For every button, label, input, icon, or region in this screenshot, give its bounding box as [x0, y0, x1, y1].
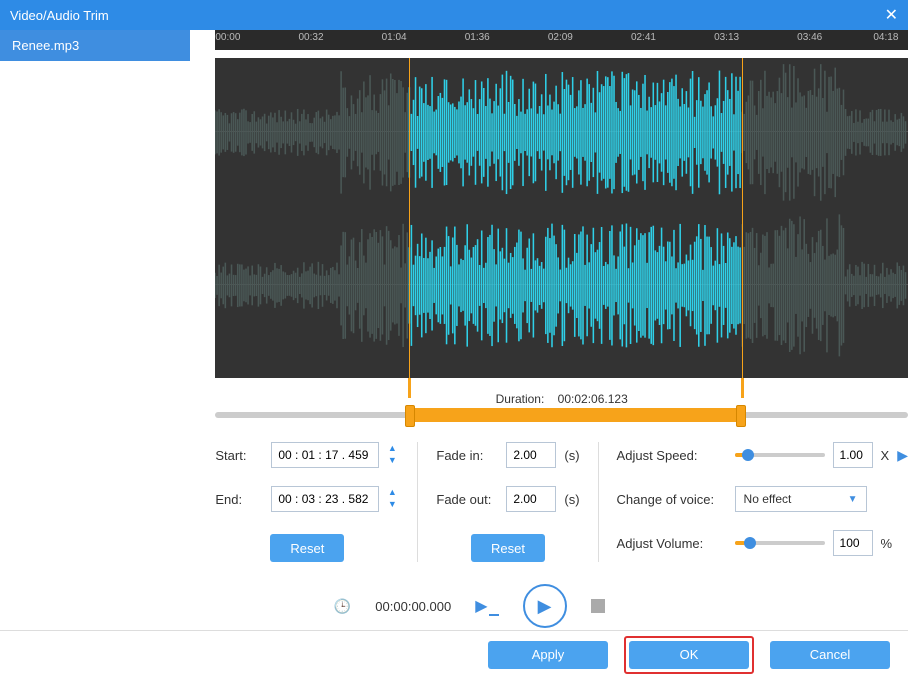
close-icon[interactable]: ✕ [885, 5, 898, 25]
ruler-tick: 03:13 [714, 32, 739, 43]
start-input[interactable] [271, 442, 379, 468]
ok-button[interactable]: OK [629, 641, 749, 669]
voice-select[interactable]: No effect ▼ [735, 486, 867, 512]
ruler-tick: 00:32 [298, 32, 323, 43]
ruler-tick: 03:46 [797, 32, 822, 43]
duration-label: Duration: [496, 392, 545, 406]
sidebar: Renee.mp3 [0, 30, 190, 630]
speed-slider[interactable] [735, 453, 825, 457]
voice-value: No effect [744, 492, 792, 506]
speed-input[interactable] [833, 442, 873, 468]
ruler-tick: 01:36 [465, 32, 490, 43]
chevron-down-icon: ▼ [848, 494, 858, 505]
window-title: Video/Audio Trim [10, 8, 109, 23]
ruler-tick: 00:00 [215, 32, 240, 43]
stop-button[interactable] [591, 599, 605, 613]
ruler-tick: 01:04 [382, 32, 407, 43]
ruler-tick: 02:09 [548, 32, 573, 43]
start-label: Start: [215, 448, 263, 463]
playback-time: 00:00:00.000 [375, 599, 451, 614]
waveform-track-left [215, 58, 908, 203]
main-panel: 00:00 00:32 01:04 01:36 02:09 02:41 03:1… [190, 30, 908, 630]
duration-value: 00:02:06.123 [558, 392, 628, 406]
volume-input[interactable] [833, 530, 873, 556]
play-preview-icon[interactable]: ▶ [897, 447, 908, 464]
fade-out-label: Fade out: [436, 492, 498, 507]
ruler-tick: 02:41 [631, 32, 656, 43]
volume-slider[interactable] [735, 541, 825, 545]
titlebar: Video/Audio Trim ✕ [0, 0, 908, 30]
start-spinner[interactable]: ▲▼ [385, 443, 399, 467]
fade-out-unit: (s) [564, 492, 579, 507]
duration-row: Duration: 00:02:06.123 [215, 392, 908, 406]
trim-selection[interactable] [409, 408, 741, 422]
timeline-ruler: 00:00 00:32 01:04 01:36 02:09 02:41 03:1… [215, 30, 908, 50]
cancel-button[interactable]: Cancel [770, 641, 890, 669]
goto-start-icon[interactable]: ▶ [475, 596, 498, 616]
end-label: End: [215, 492, 263, 507]
playbar: 🕒 00:00:00.000 ▶ ▶ [110, 584, 828, 628]
fade-in-input[interactable] [506, 442, 556, 468]
ok-highlight: OK [624, 636, 754, 674]
reset-fade-button[interactable]: Reset [471, 534, 545, 562]
volume-suffix: % [881, 536, 893, 551]
selection-start-handle[interactable] [409, 58, 410, 378]
waveform-track-right [215, 211, 908, 356]
footer: Apply OK Cancel [0, 630, 908, 678]
end-input[interactable] [271, 486, 379, 512]
end-spinner[interactable]: ▲▼ [385, 487, 399, 511]
play-button[interactable]: ▶ [523, 584, 567, 628]
fade-in-unit: (s) [564, 448, 579, 463]
speed-suffix: X [881, 448, 890, 463]
sidebar-item-file[interactable]: Renee.mp3 [0, 30, 190, 61]
selection-end-handle[interactable] [742, 58, 743, 378]
fade-in-label: Fade in: [436, 448, 498, 463]
reset-time-button[interactable]: Reset [270, 534, 344, 562]
speed-label: Adjust Speed: [617, 448, 727, 463]
volume-label: Adjust Volume: [617, 536, 727, 551]
waveform-area[interactable] [215, 58, 908, 378]
trim-slider[interactable] [215, 412, 908, 418]
sidebar-item-label: Renee.mp3 [12, 38, 79, 53]
ruler-tick: 04:18 [873, 32, 898, 43]
apply-button[interactable]: Apply [488, 641, 608, 669]
fade-out-input[interactable] [506, 486, 556, 512]
clock-icon: 🕒 [334, 598, 351, 615]
voice-label: Change of voice: [617, 492, 727, 507]
